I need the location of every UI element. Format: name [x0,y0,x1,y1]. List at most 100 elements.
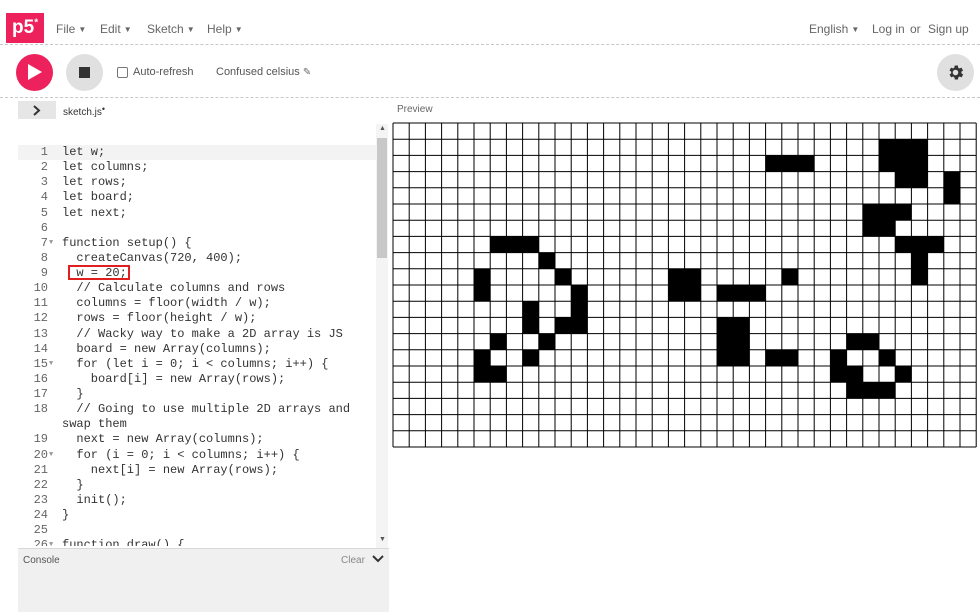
live-cell [684,268,701,285]
live-cell [895,155,912,172]
code-line[interactable]: 22 } [18,478,376,493]
play-button[interactable] [16,54,53,91]
live-cell [668,285,685,302]
line-number: 20 [33,447,48,462]
code-line[interactable]: 20 ▼ for (i = 0; i < columns; i++) { [18,448,376,463]
code-line[interactable]: 13 // Wacky way to make a 2D array is JS [18,327,376,342]
menu-sketch-label: Sketch [147,22,184,36]
live-cell [538,252,555,269]
code-text: // Wacky way to make a 2D array is JS [62,326,343,341]
editor-scrollbar[interactable]: ▲ ▼ [376,124,388,548]
code-line[interactable]: 17 } [18,387,376,402]
code-line[interactable]: 12 rows = floor(height / w); [18,311,376,326]
live-cell [571,285,588,302]
live-cell [522,301,539,318]
code-line[interactable]: 15 ▼ for (let i = 0; i < columns; i++) { [18,357,376,372]
pencil-icon[interactable]: ✎ [303,67,311,78]
scroll-thumb[interactable] [377,138,387,258]
fold-arrow-icon[interactable]: ▼ [49,357,53,372]
play-icon [28,64,42,80]
chevron-down-icon[interactable] [372,554,384,564]
or-text: or [910,22,921,36]
code-editor[interactable]: 1 let w; 2 let columns; 3 let rows; 4 let board… [18,124,389,546]
highlight-box [68,265,130,280]
line-number: 3 [40,175,48,190]
caret-down-icon: ▼ [851,25,860,34]
live-cell [781,349,798,366]
preview-canvas[interactable] [392,122,978,448]
line-number: 24 [33,508,48,522]
code-text: for (i = 0; i < columns; i++) { [62,447,300,462]
menu-help[interactable]: Help ▼ [207,22,243,36]
code-text: swap them [62,417,127,432]
menu-file[interactable]: File ▼ [56,22,86,36]
code-line[interactable]: 25 [18,523,376,538]
live-cell [490,236,507,253]
live-cell [668,268,685,285]
live-cell [911,155,928,172]
code-line[interactable]: 3 let rows; [18,175,376,190]
fold-arrow-icon[interactable]: ▼ [49,538,53,546]
code-line[interactable]: 5 let next; [18,206,376,221]
code-line[interactable]: 4 let board; [18,190,376,205]
code-text: function draw() { [62,538,185,546]
auto-refresh-checkbox[interactable] [117,67,128,78]
stop-icon [79,67,90,78]
code-line[interactable]: 7 ▼ function setup() { [18,236,376,251]
logo-asterisk: * [34,17,39,29]
sketch-name[interactable]: Confused celsius ✎ [216,66,311,78]
live-cell [895,139,912,156]
code-line[interactable]: 11 columns = floor(width / w); [18,296,376,311]
live-cell [474,349,491,366]
sketch-name-text: Confused celsius [216,66,300,78]
signup-link[interactable]: Sign up [928,22,969,36]
live-cell [879,155,896,172]
fold-arrow-icon[interactable]: ▼ [49,448,53,463]
fold-arrow-icon[interactable]: ▼ [49,236,53,251]
language-select[interactable]: English ▼ [809,22,859,36]
code-line[interactable]: 2 let columns; [18,160,376,175]
live-cell [571,301,588,318]
code-line[interactable]: 21 next[i] = new Array(rows); [18,463,376,478]
p5-logo[interactable]: p5* [6,13,44,43]
code-line[interactable]: 1 let w; [18,145,376,160]
line-number: 9 [40,266,48,280]
code-text: init(); [62,492,127,507]
live-cell [862,333,879,350]
code-line[interactable]: swap them [18,417,376,432]
sidebar-toggle-button[interactable] [18,101,56,119]
live-cell [846,333,863,350]
menu-edit[interactable]: Edit ▼ [100,22,132,36]
code-line[interactable]: 6 [18,221,376,236]
file-tab-sketch-js[interactable]: sketch.js• [63,104,105,118]
code-text: } [62,477,84,492]
code-line[interactable]: 26 ▼ function draw() { [18,538,376,546]
live-cell [733,285,750,302]
login-link[interactable]: Log in [872,22,905,36]
code-line[interactable]: 18 // Going to use multiple 2D arrays an… [18,402,376,417]
stop-button[interactable] [66,54,103,91]
code-text: board = new Array(columns); [62,341,271,356]
code-line[interactable]: 24} [18,508,376,523]
scroll-down-icon[interactable]: ▼ [379,536,386,543]
code-line[interactable]: 19 next = new Array(columns); [18,432,376,447]
code-text: for (let i = 0; i < columns; i++) { [62,356,329,371]
code-line[interactable]: 10 // Calculate columns and rows [18,281,376,296]
code-lines: 1 let w; 2 let columns; 3 let rows; 4 let board… [18,145,376,546]
console-clear-button[interactable]: Clear [341,555,365,566]
live-cell [555,317,572,334]
live-cell [474,285,491,302]
line-number: 21 [33,462,48,477]
menu-sketch[interactable]: Sketch ▼ [147,22,195,36]
menu-help-label: Help [207,22,232,36]
settings-button[interactable] [937,54,974,91]
code-line[interactable]: 14 board = new Array(columns); [18,342,376,357]
scroll-up-icon[interactable]: ▲ [379,125,386,132]
caret-down-icon: ▼ [186,25,195,34]
code-line[interactable]: 23 init(); [18,493,376,508]
code-line[interactable]: 8 createCanvas(720, 400); [18,251,376,266]
live-cell [846,382,863,399]
live-cell [911,252,928,269]
live-cell [895,236,912,253]
code-line[interactable]: 16 board[i] = new Array(rows); [18,372,376,387]
